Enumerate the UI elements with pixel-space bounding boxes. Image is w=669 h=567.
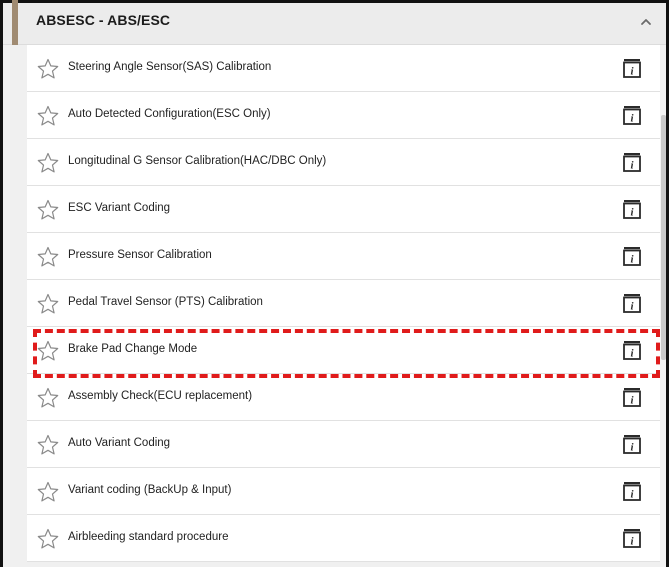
info-book-icon[interactable]: i xyxy=(621,386,643,408)
svg-text:i: i xyxy=(630,65,634,77)
list-item[interactable]: ESC Variant Coding i xyxy=(27,186,660,233)
list-item-label: Assembly Check(ECU replacement) xyxy=(68,390,253,402)
svg-text:i: i xyxy=(630,206,634,218)
list-item[interactable]: Steering Angle Sensor(SAS) Calibration i xyxy=(27,45,660,92)
svg-text:i: i xyxy=(630,488,634,500)
star-outline-icon[interactable] xyxy=(36,292,60,316)
star-outline-icon[interactable] xyxy=(36,104,60,128)
info-book-icon[interactable]: i xyxy=(621,292,643,314)
list-item-label: Pedal Travel Sensor (PTS) Calibration xyxy=(68,296,263,308)
svg-text:i: i xyxy=(630,535,634,547)
list-item-label: Airbleeding standard procedure xyxy=(68,531,229,543)
list-item[interactable]: Longitudinal G Sensor Calibration(HAC/DB… xyxy=(27,139,660,186)
info-book-icon[interactable]: i xyxy=(621,57,643,79)
star-outline-icon[interactable] xyxy=(36,433,60,457)
list-item-label: Pressure Sensor Calibration xyxy=(68,249,212,261)
star-outline-icon[interactable] xyxy=(36,57,60,81)
star-outline-icon[interactable] xyxy=(36,527,60,551)
star-outline-icon[interactable] xyxy=(36,245,60,269)
function-list: Steering Angle Sensor(SAS) Calibration i A… xyxy=(27,45,660,562)
info-book-icon[interactable]: i xyxy=(621,104,643,126)
info-book-icon[interactable]: i xyxy=(621,480,643,502)
svg-text:i: i xyxy=(630,112,634,124)
list-item-label: Auto Variant Coding xyxy=(68,437,171,449)
list-item-label: Longitudinal G Sensor Calibration(HAC/DB… xyxy=(68,155,327,167)
list-item[interactable]: Assembly Check(ECU replacement) i xyxy=(27,374,660,421)
info-book-icon[interactable]: i xyxy=(621,245,643,267)
svg-text:i: i xyxy=(630,441,634,453)
info-book-icon[interactable]: i xyxy=(621,527,643,549)
info-book-icon[interactable]: i xyxy=(621,433,643,455)
star-outline-icon[interactable] xyxy=(36,151,60,175)
list-item[interactable]: Variant coding (BackUp & Input) i xyxy=(27,468,660,515)
list-item[interactable]: Pedal Travel Sensor (PTS) Calibration i xyxy=(27,280,660,327)
list-item[interactable]: Pressure Sensor Calibration i xyxy=(27,233,660,280)
star-outline-icon[interactable] xyxy=(36,480,60,504)
star-outline-icon[interactable] xyxy=(36,386,60,410)
highlight-annotation xyxy=(33,329,660,378)
list-item-label: Steering Angle Sensor(SAS) Calibration xyxy=(68,61,272,73)
svg-text:i: i xyxy=(630,253,634,265)
chevron-up-icon[interactable] xyxy=(636,12,656,32)
panel-title: ABSESC - ABS/ESC xyxy=(36,12,171,28)
scrollbar-thumb[interactable] xyxy=(661,115,666,360)
list-item-label: Auto Detected Configuration(ESC Only) xyxy=(68,108,271,120)
svg-text:i: i xyxy=(630,159,634,171)
svg-text:i: i xyxy=(630,300,634,312)
star-outline-icon[interactable] xyxy=(36,198,60,222)
info-book-icon[interactable]: i xyxy=(621,198,643,220)
list-item-label: Variant coding (BackUp & Input) xyxy=(68,484,232,496)
list-item[interactable]: Auto Variant Coding i xyxy=(27,421,660,468)
header-accent-bar xyxy=(12,0,18,45)
list-item[interactable]: Airbleeding standard procedure i xyxy=(27,515,660,562)
list-item[interactable]: Auto Detected Configuration(ESC Only) i xyxy=(27,92,660,139)
list-item-label: ESC Variant Coding xyxy=(68,202,171,214)
svg-text:i: i xyxy=(630,394,634,406)
info-book-icon[interactable]: i xyxy=(621,151,643,173)
